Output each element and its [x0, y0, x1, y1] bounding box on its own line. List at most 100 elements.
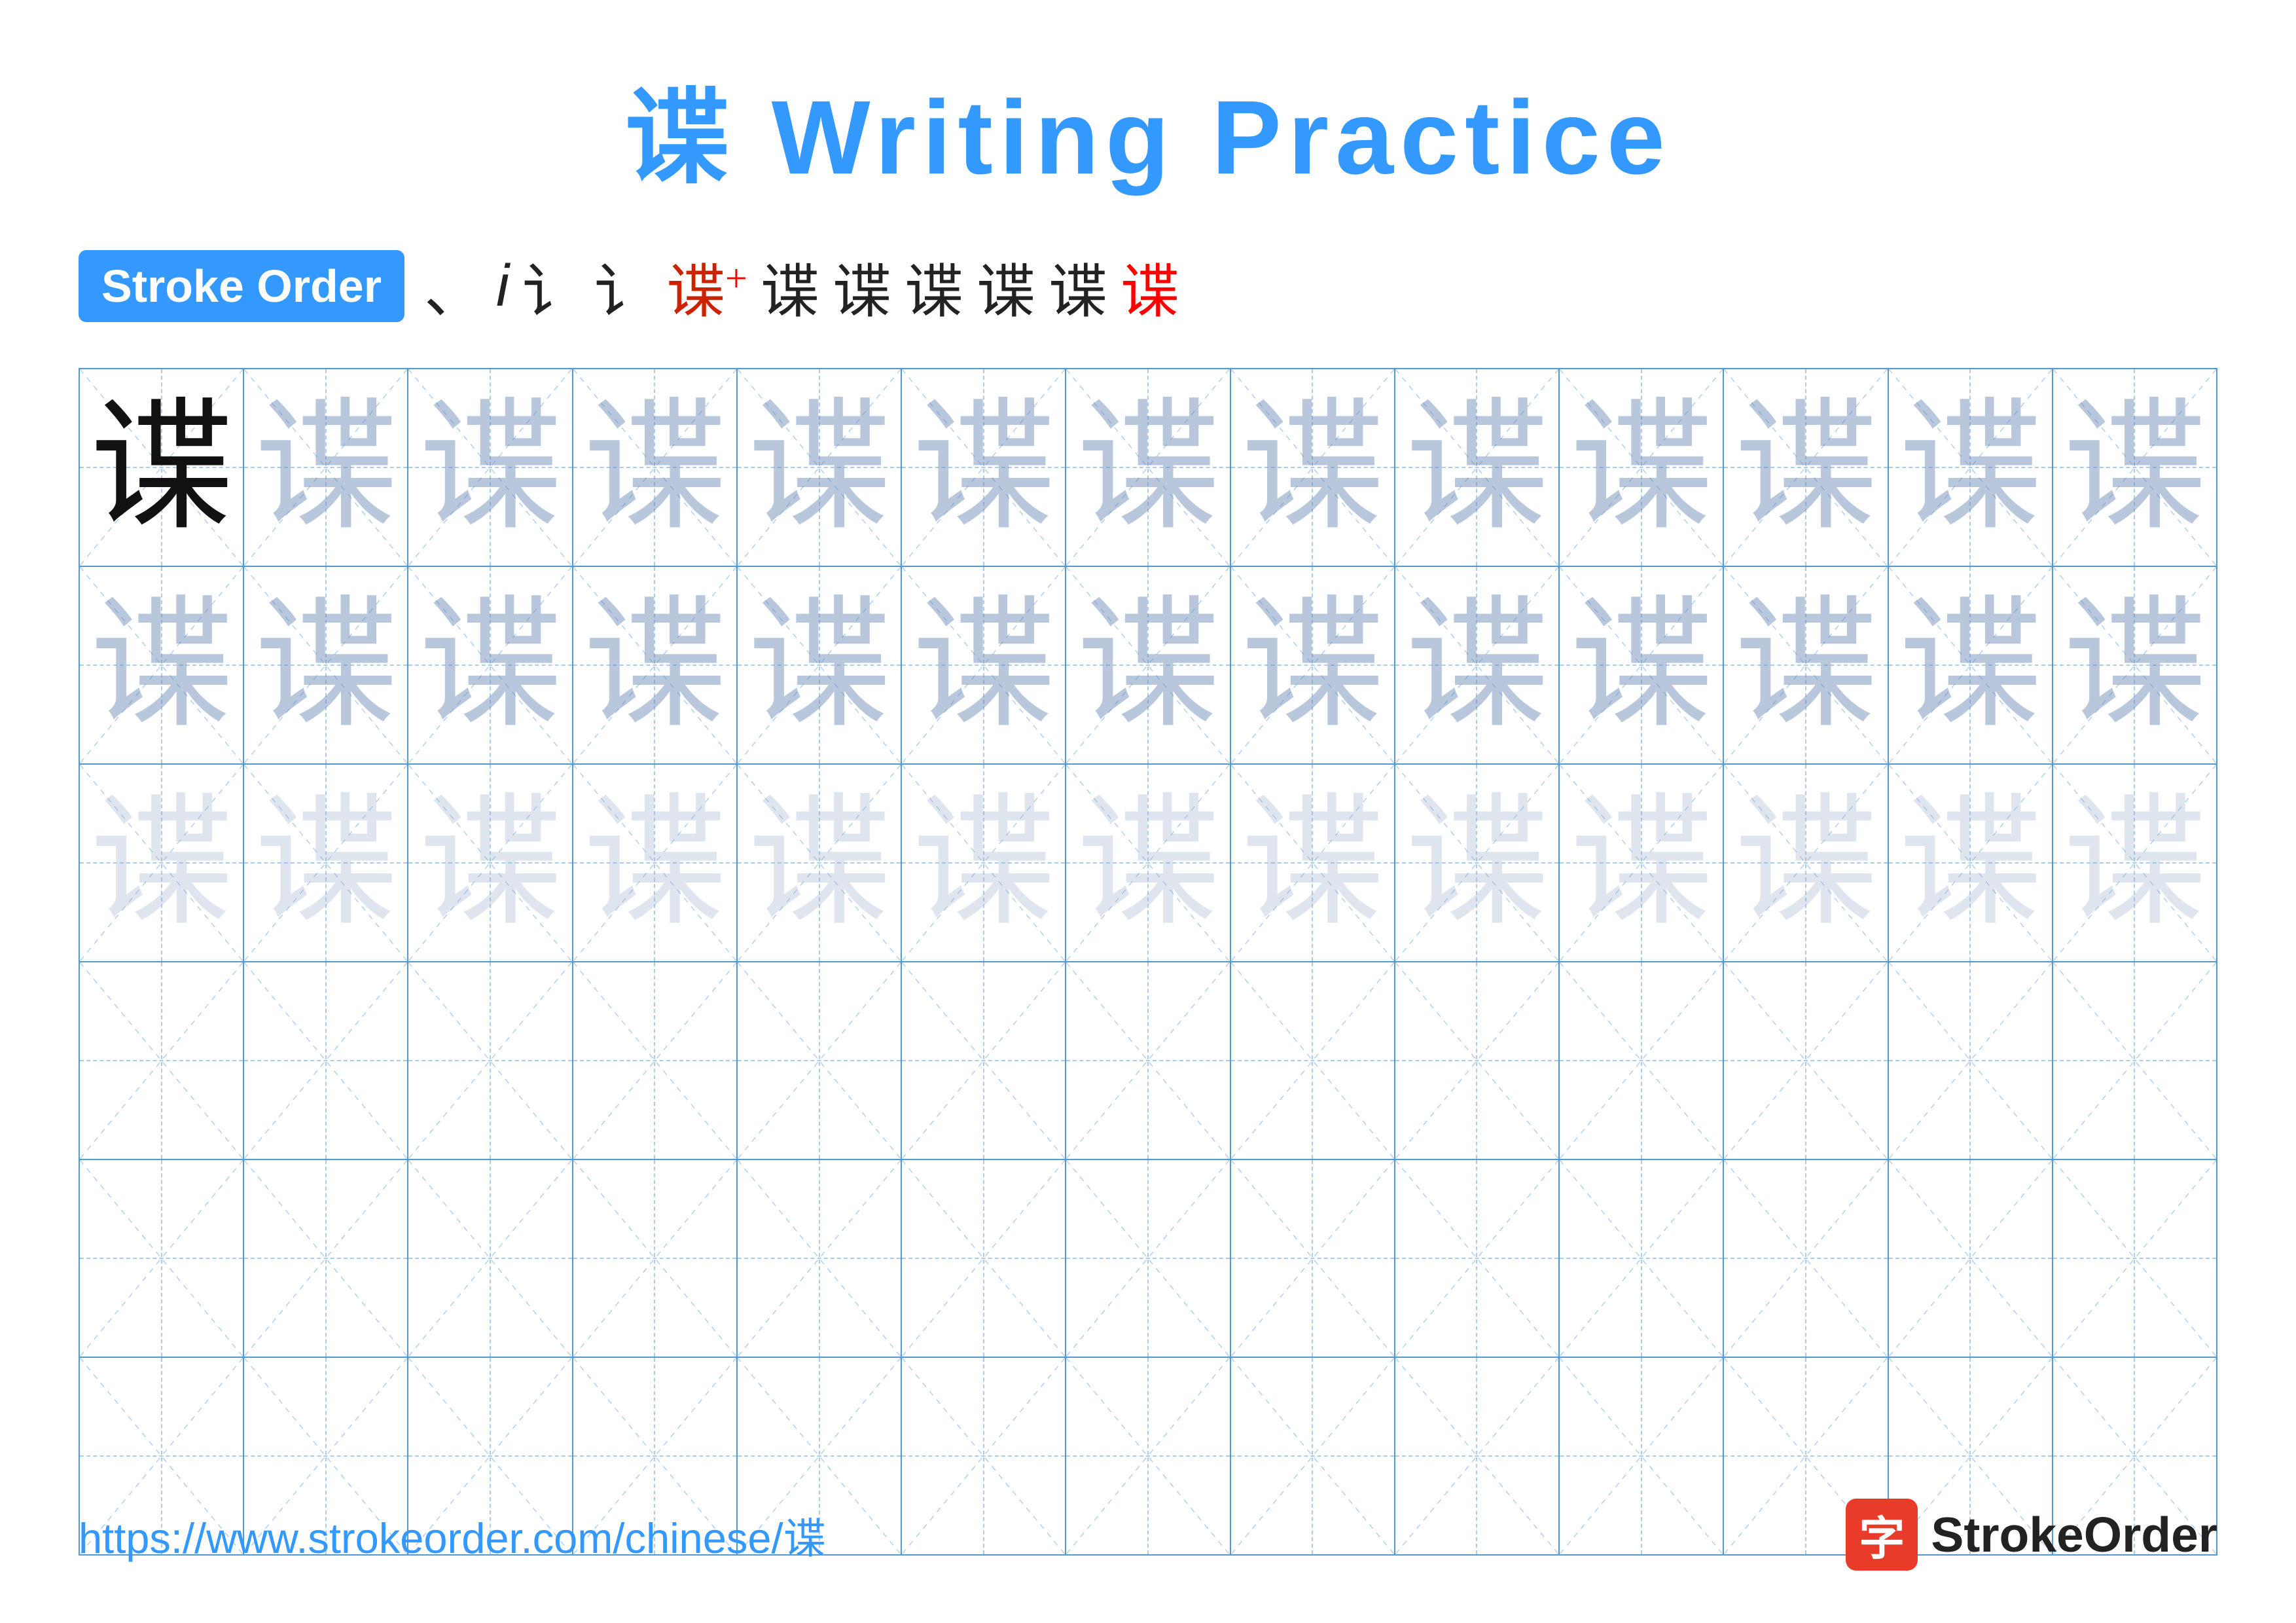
grid-cell[interactable]: 谍	[1395, 765, 1560, 961]
grid-cell[interactable]	[1231, 1160, 1395, 1357]
grid-cell[interactable]	[408, 962, 573, 1159]
grid-cell[interactable]	[1889, 1160, 2053, 1357]
grid-cell[interactable]: 谍	[1395, 567, 1560, 763]
char-ghost: 谍	[912, 593, 1056, 737]
grid-cell[interactable]: 谍	[244, 567, 408, 763]
stroke-1: 、	[424, 244, 483, 329]
grid-cell[interactable]: 谍	[1560, 369, 1724, 566]
grid-cell[interactable]	[80, 962, 244, 1159]
grid-row-1: 谍 谍 谍 谍 谍 谍 谍	[80, 369, 2216, 567]
grid-cell[interactable]	[1560, 1160, 1724, 1357]
grid-cell[interactable]: 谍	[738, 765, 902, 961]
char-ghost: 谍	[418, 593, 562, 737]
practice-grid: 谍 谍 谍 谍 谍 谍 谍	[79, 368, 2217, 1556]
page-title: 谍 Writing Practice	[624, 52, 1672, 204]
grid-cell[interactable]	[902, 962, 1066, 1159]
grid-cell[interactable]: 谍	[1724, 765, 1888, 961]
grid-cell[interactable]: 谍	[1560, 567, 1724, 763]
grid-cell[interactable]: 谍	[1231, 765, 1395, 961]
grid-cell[interactable]: 谍	[902, 567, 1066, 763]
grid-cell[interactable]	[1231, 962, 1395, 1159]
grid-cell[interactable]	[1066, 962, 1230, 1159]
strokeorder-logo-icon: 字	[1846, 1499, 1918, 1571]
grid-cell[interactable]: 谍	[573, 567, 738, 763]
grid-cell[interactable]	[1066, 1160, 1230, 1357]
grid-cell[interactable]: 谍	[408, 765, 573, 961]
char-ghost: 谍	[254, 593, 398, 737]
grid-cell[interactable]: 谍	[1231, 567, 1395, 763]
grid-cell[interactable]: 谍	[1724, 567, 1888, 763]
grid-cell[interactable]	[1724, 1160, 1888, 1357]
grid-cell[interactable]: 谍	[2053, 369, 2216, 566]
grid-cell[interactable]	[902, 1160, 1066, 1357]
char-ghost-light: 谍	[1076, 791, 1220, 935]
char-ghost: 谍	[583, 593, 726, 737]
char-ghost: 谍	[254, 395, 398, 539]
char-ghost-light: 谍	[747, 791, 891, 935]
footer-url[interactable]: https://www.strokeorder.com/chinese/谍	[79, 1504, 826, 1565]
grid-cell[interactable]: 谍	[80, 765, 244, 961]
grid-cell[interactable]	[738, 1160, 902, 1357]
grid-cell[interactable]	[1889, 962, 2053, 1159]
grid-cell[interactable]: 谍	[738, 567, 902, 763]
grid-cell[interactable]	[80, 1160, 244, 1357]
grid-cell[interactable]: 谍	[2053, 765, 2216, 961]
stroke-4: 讠	[594, 244, 653, 329]
grid-cell[interactable]: 谍	[573, 369, 738, 566]
footer-logo-text: StrokeOrder	[1931, 1506, 2217, 1563]
grid-cell[interactable]: 谍	[1889, 567, 2053, 763]
char-ghost: 谍	[418, 395, 562, 539]
char-ghost-light: 谍	[254, 791, 398, 935]
grid-cell[interactable]	[738, 962, 902, 1159]
grid-cell[interactable]: 谍	[902, 765, 1066, 961]
char-ghost: 谍	[1076, 593, 1220, 737]
grid-cell[interactable]	[573, 1160, 738, 1357]
footer: https://www.strokeorder.com/chinese/谍 字 …	[79, 1499, 2217, 1571]
grid-cell[interactable]: 谍	[1724, 369, 1888, 566]
grid-cell[interactable]	[1724, 962, 1888, 1159]
char-ghost: 谍	[1405, 395, 1549, 539]
grid-cell[interactable]: 谍	[1560, 765, 1724, 961]
grid-cell[interactable]: 谍	[902, 369, 1066, 566]
stroke-order-badge[interactable]: Stroke Order	[79, 250, 404, 322]
grid-cell[interactable]: 谍	[2053, 567, 2216, 763]
char-ghost: 谍	[1734, 395, 1878, 539]
grid-cell[interactable]: 谍	[1889, 765, 2053, 961]
grid-cell[interactable]	[408, 1160, 573, 1357]
grid-cell[interactable]: 谍	[1889, 369, 2053, 566]
grid-cell[interactable]: 谍	[408, 369, 573, 566]
grid-cell[interactable]: 谍	[1066, 567, 1230, 763]
grid-cell[interactable]	[2053, 1160, 2216, 1357]
char-ghost-light: 谍	[1570, 791, 1713, 935]
stroke-9: 谍	[977, 244, 1035, 329]
stroke-5: 谍+	[666, 244, 747, 329]
char-ghost-light: 谍	[2062, 791, 2206, 935]
grid-cell[interactable]	[573, 962, 738, 1159]
grid-cell[interactable]: 谍	[80, 567, 244, 763]
char-ghost: 谍	[1570, 395, 1713, 539]
grid-cell[interactable]: 谍	[1231, 369, 1395, 566]
grid-cell[interactable]	[244, 962, 408, 1159]
grid-row-2: 谍 谍 谍 谍 谍 谍 谍 谍 谍 谍 谍 谍 谍	[80, 567, 2216, 765]
char-ghost: 谍	[747, 593, 891, 737]
char-ghost-light: 谍	[912, 791, 1056, 935]
grid-cell[interactable]	[1395, 1160, 1560, 1357]
grid-cell[interactable]: 谍	[80, 369, 244, 566]
grid-cell[interactable]: 谍	[1395, 369, 1560, 566]
grid-cell[interactable]: 谍	[1066, 369, 1230, 566]
grid-cell[interactable]: 谍	[244, 765, 408, 961]
grid-row-5	[80, 1160, 2216, 1358]
grid-cell[interactable]: 谍	[738, 369, 902, 566]
char-ghost: 谍	[2062, 593, 2206, 737]
grid-cell[interactable]	[1560, 962, 1724, 1159]
grid-cell[interactable]: 谍	[573, 765, 738, 961]
grid-cell[interactable]: 谍	[1066, 765, 1230, 961]
stroke-6: 谍	[761, 244, 819, 329]
grid-cell[interactable]: 谍	[408, 567, 573, 763]
grid-cell[interactable]	[244, 1160, 408, 1357]
grid-cell[interactable]	[1395, 962, 1560, 1159]
stroke-order-row: Stroke Order 、 i 讠 讠 谍+ 谍 谍 谍 谍 谍 谍	[79, 244, 2217, 329]
grid-cell[interactable]: 谍	[244, 369, 408, 566]
grid-cell[interactable]	[2053, 962, 2216, 1159]
stroke-7: 谍	[833, 244, 891, 329]
